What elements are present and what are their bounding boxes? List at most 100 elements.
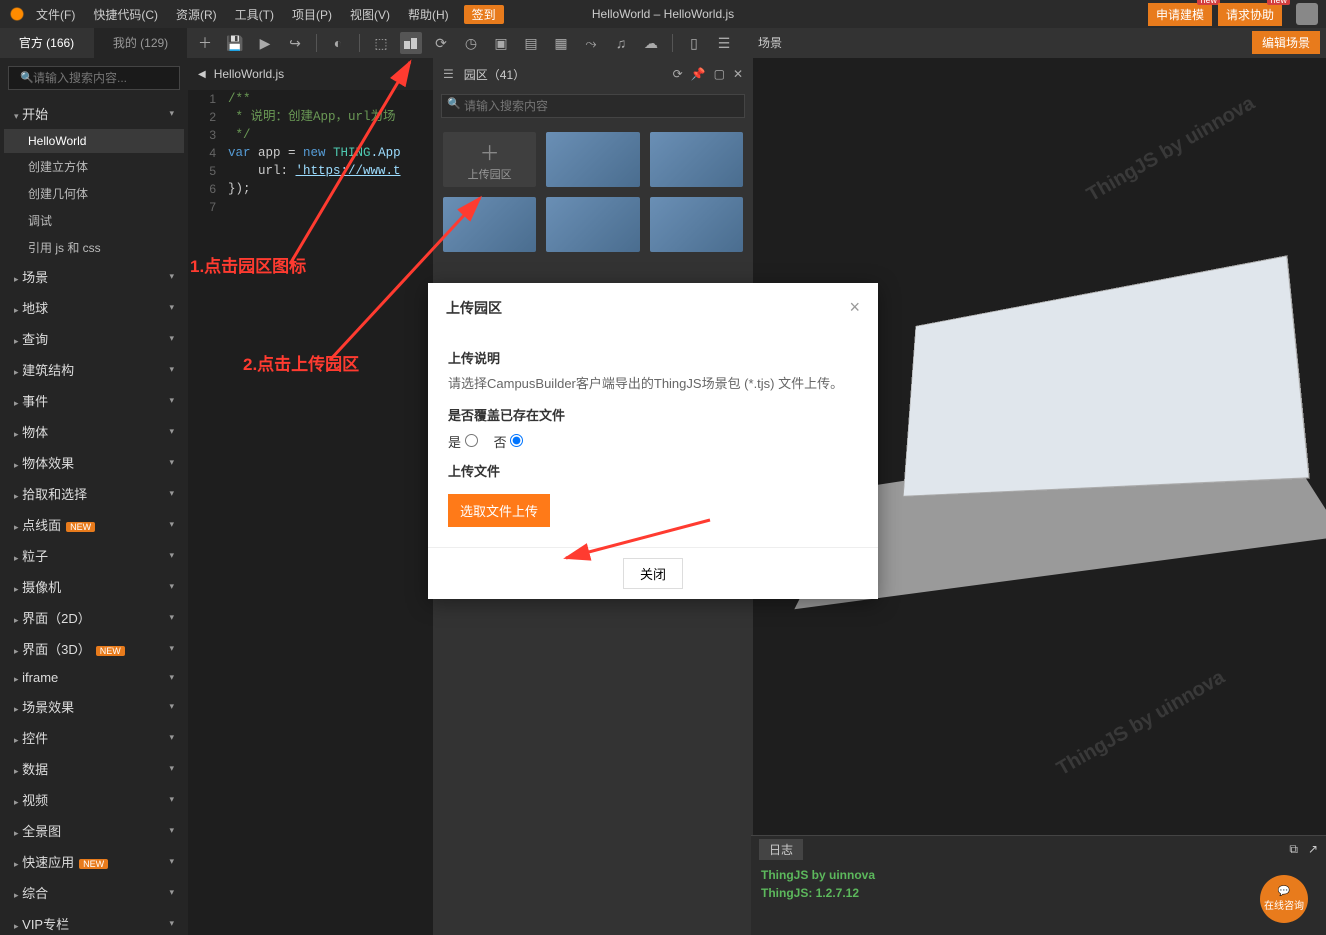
signin-button[interactable]: 签到 — [464, 5, 504, 24]
export-icon[interactable]: ↗ — [1308, 842, 1318, 856]
menu-project[interactable]: 项目(P) — [292, 6, 332, 23]
sidebar-group[interactable]: ▸ 建筑结构▾ — [4, 354, 184, 385]
campus-thumbnail[interactable] — [650, 132, 743, 187]
menu-shortcut[interactable]: 快捷代码(C) — [93, 6, 158, 23]
tab-official[interactable]: 官方 (166) — [0, 28, 94, 58]
select-file-button[interactable]: 选取文件上传 — [448, 494, 550, 527]
user-avatar[interactable] — [1296, 3, 1318, 25]
log-tab[interactable]: 日志 — [759, 839, 803, 860]
log-line: ThingJS: 1.2.7.12 — [761, 884, 1316, 902]
refresh-icon[interactable]: ⟳ — [430, 32, 452, 54]
radio-yes[interactable]: 是 — [448, 432, 478, 451]
gallery-icon[interactable]: ▦ — [550, 32, 572, 54]
window-icon[interactable]: ▣ — [490, 32, 512, 54]
pin-icon[interactable]: 📌 — [691, 67, 706, 81]
sidebar-group[interactable]: ▸ 综合▾ — [4, 877, 184, 908]
campus-thumbnail[interactable] — [546, 197, 639, 252]
sidebar-group[interactable]: ▸ 数据▾ — [4, 753, 184, 784]
modal-title: 上传园区 — [446, 298, 502, 318]
apply-model-button[interactable]: 申请建模new — [1148, 3, 1212, 26]
sidebar-search-input[interactable] — [8, 66, 180, 90]
panel-icon[interactable]: ▯ — [683, 32, 705, 54]
sidebar-group[interactable]: ▸ 视频▾ — [4, 784, 184, 815]
close-icon[interactable]: × — [849, 297, 860, 318]
campus-thumbnail[interactable] — [443, 197, 536, 252]
hamburger-icon[interactable]: ☰ — [443, 67, 454, 81]
resource-search-input[interactable] — [441, 94, 745, 118]
sidebar-group[interactable]: ▸ 事件▾ — [4, 385, 184, 416]
main-menu: 文件(F) 快捷代码(C) 资源(R) 工具(T) 项目(P) 视图(V) 帮助… — [36, 6, 449, 23]
chevron-left-icon[interactable]: ◀ — [198, 69, 206, 80]
cube-icon[interactable]: ⬚ — [370, 32, 392, 54]
radio-no[interactable]: 否 — [494, 432, 524, 451]
log-panel: 日志 ⧉ ↗ ThingJS by uinnova ThingJS: 1.2.7.… — [751, 835, 1326, 935]
campus-thumbnail[interactable] — [650, 197, 743, 252]
sidebar-item[interactable]: 引用 js 和 css — [4, 234, 184, 261]
app-logo — [8, 5, 26, 23]
sidebar-group[interactable]: ▸ 物体▾ — [4, 416, 184, 447]
request-help-button[interactable]: 请求协助new — [1218, 3, 1282, 26]
sidebar-item[interactable]: 创建几何体 — [4, 180, 184, 207]
music-icon[interactable]: ♫ — [610, 32, 632, 54]
new-badge: new — [1267, 0, 1290, 5]
sidebar-tree: ▾ 开始▾HelloWorld创建立方体创建几何体调试引用 js 和 css▸ … — [0, 98, 188, 935]
sidebar-group[interactable]: ▸ 界面（3D）NEW▾ — [4, 633, 184, 664]
sidebar-item[interactable]: 调试 — [4, 207, 184, 234]
image-icon[interactable]: ▤ — [520, 32, 542, 54]
code-area[interactable]: /** * 说明：创建App，url为场 */ var app = new TH… — [228, 90, 401, 198]
plus-icon: ＋ — [480, 137, 500, 166]
settings-icon[interactable]: ☰ — [713, 32, 735, 54]
sidebar-group[interactable]: ▸ iframe▾ — [4, 664, 184, 691]
run-icon[interactable]: ▶ — [254, 32, 276, 54]
sidebar-group[interactable]: ▸ 查询▾ — [4, 323, 184, 354]
sidebar-group[interactable]: ▸ 拾取和选择▾ — [4, 478, 184, 509]
globe-icon[interactable]: ◐ — [327, 32, 349, 54]
menu-resource[interactable]: 资源(R) — [176, 6, 217, 23]
window-title: HelloWorld – HelloWorld.js — [592, 7, 734, 21]
sidebar-group[interactable]: ▾ 开始▾ — [4, 98, 184, 129]
modal-close-button[interactable]: 关闭 — [623, 558, 683, 589]
menu-view[interactable]: 视图(V) — [350, 6, 390, 23]
campus-thumbnail[interactable] — [546, 132, 639, 187]
popout-icon[interactable]: ⧉ — [1289, 842, 1298, 856]
upload-campus-tile[interactable]: ＋上传园区 — [443, 132, 536, 187]
sidebar-group[interactable]: ▸ 全景图▾ — [4, 815, 184, 846]
clock-icon[interactable]: ◷ — [460, 32, 482, 54]
menu-help[interactable]: 帮助(H) — [408, 6, 449, 23]
save-icon[interactable]: 💾 — [224, 32, 246, 54]
edit-scene-button[interactable]: 编辑场景 — [1252, 31, 1320, 54]
tab-mine[interactable]: 我的 (129) — [94, 28, 188, 58]
chat-button[interactable]: 💬 在线咨询 — [1260, 875, 1308, 923]
sidebar-group[interactable]: ▸ 控件▾ — [4, 722, 184, 753]
sidebar-item[interactable]: HelloWorld — [4, 129, 184, 153]
scene-label: 场景 — [758, 28, 782, 58]
line-gutter: 1234567 — [188, 90, 222, 216]
section-heading: 上传文件 — [448, 461, 858, 480]
refresh-icon[interactable]: ⟳ — [673, 67, 683, 81]
sidebar-group[interactable]: ▸ 快速应用NEW▾ — [4, 846, 184, 877]
toolbar: ＋ 💾 ▶ ↪ ◐ ⬚ ⟳ ◷ ▣ ▤ ▦ ⤳ ♫ ☁ ▯ ☰ 场景 编辑场景 — [188, 28, 1326, 58]
log-line: ThingJS by uinnova — [761, 866, 1316, 884]
file-tab-name[interactable]: HelloWorld.js — [214, 67, 284, 81]
sidebar-group[interactable]: ▸ 摄像机▾ — [4, 571, 184, 602]
sidebar-group[interactable]: ▸ 点线面NEW▾ — [4, 509, 184, 540]
branch-icon[interactable]: ⤳ — [580, 32, 602, 54]
sidebar-group[interactable]: ▸ 物体效果▾ — [4, 447, 184, 478]
share-icon[interactable]: ↪ — [284, 32, 306, 54]
close-panel-icon[interactable]: ✕ — [733, 67, 743, 81]
menu-tools[interactable]: 工具(T) — [235, 6, 274, 23]
sidebar-group[interactable]: ▸ 界面（2D）▾ — [4, 602, 184, 633]
upload-modal: 上传园区 × 上传说明 请选择CampusBuilder客户端导出的ThingJ… — [428, 283, 878, 599]
maximize-icon[interactable]: ▢ — [714, 67, 725, 81]
cloud-icon[interactable]: ☁ — [640, 32, 662, 54]
sidebar-group[interactable]: ▸ 场景▾ — [4, 261, 184, 292]
menu-file[interactable]: 文件(F) — [36, 6, 75, 23]
sidebar-group[interactable]: ▸ 场景效果▾ — [4, 691, 184, 722]
campus-icon[interactable] — [400, 32, 422, 54]
sidebar-item[interactable]: 创建立方体 — [4, 153, 184, 180]
new-icon[interactable]: ＋ — [194, 32, 216, 54]
sidebar-group[interactable]: ▸ 地球▾ — [4, 292, 184, 323]
sidebar-group[interactable]: ▸ VIP专栏▾ — [4, 908, 184, 935]
sidebar-group[interactable]: ▸ 粒子▾ — [4, 540, 184, 571]
code-editor[interactable]: ◀ HelloWorld.js 1234567 /** * 说明：创建App，u… — [188, 58, 433, 935]
